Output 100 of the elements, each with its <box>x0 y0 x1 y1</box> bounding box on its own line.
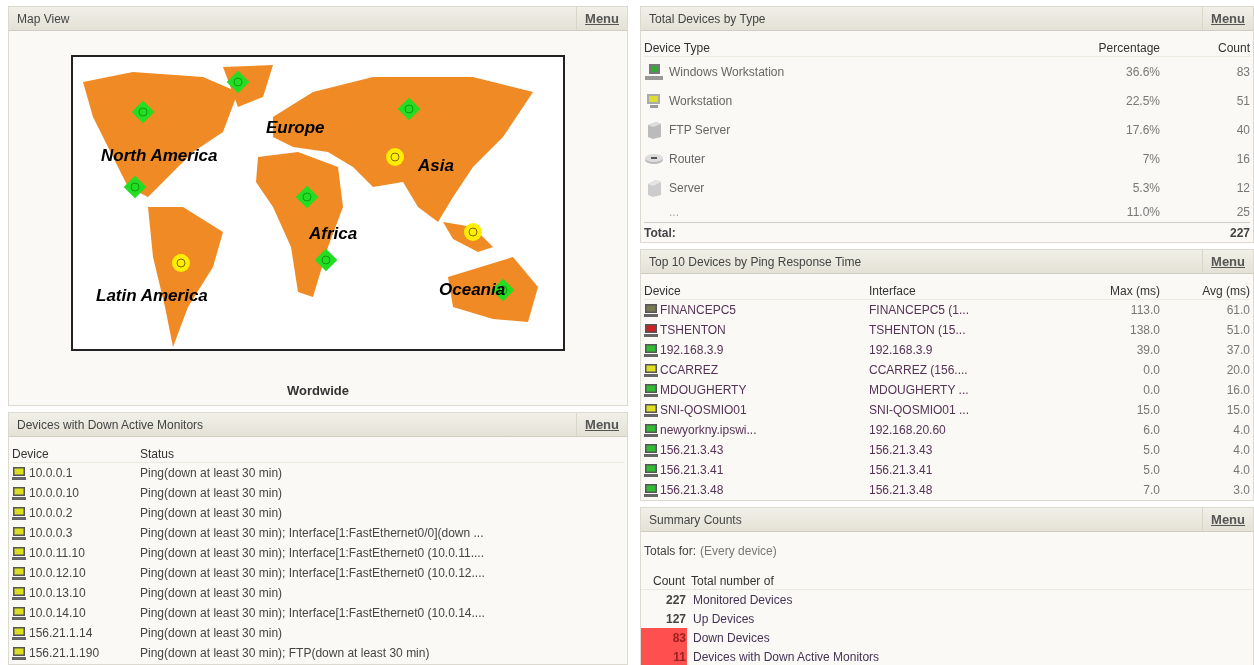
interface-link[interactable]: MDOUGHERTY ... <box>869 381 1070 399</box>
interface-link[interactable]: 156.21.3.48 <box>869 481 1070 499</box>
max-cell-text: 5.0 <box>1142 442 1160 459</box>
device-link[interactable]: 10.0.14.10 <box>29 604 86 622</box>
max-cell-text: 15.0 <box>1135 402 1160 419</box>
device-link[interactable]: SNI-QOSMIO01 <box>660 401 747 419</box>
device-link[interactable]: 10.0.0.1 <box>29 464 73 482</box>
column-header: Count <box>651 572 685 590</box>
max-cell-text: 113.0 <box>1129 302 1160 319</box>
device-link[interactable]: 10.0.11.10 <box>29 544 85 562</box>
column-header: Percentage <box>1097 39 1160 57</box>
status-text: Ping(down at least 30 min) <box>140 465 283 482</box>
computer-icon <box>12 606 26 620</box>
device-link[interactable]: 10.0.0.3 <box>29 524 73 542</box>
avg-cell-text: 4.0 <box>1232 422 1250 439</box>
status-text: Ping(down at least 30 min) <box>140 585 283 602</box>
device-link[interactable]: 156.21.3.41 <box>660 461 724 479</box>
panel-title: Top 10 Devices by Ping Response Time <box>648 253 863 271</box>
percentage-cell-text: 11.0% <box>1125 204 1160 221</box>
count-cell-text: 12 <box>1235 179 1250 197</box>
status-text: Ping(down at least 30 min); FTP(down at least 30 min) <box>140 645 430 662</box>
computer-icon <box>12 466 26 480</box>
interface-link[interactable]: FINANCEPC5 (1... <box>869 301 1070 319</box>
column-header: Status <box>140 445 175 463</box>
column-header: Device <box>644 282 682 300</box>
status-text: Ping(down at least 30 min); Interface[1:FastEthernet0 (10.0.12.... <box>140 565 485 582</box>
computer-icon <box>644 61 664 82</box>
column-header: Avg (ms) <box>1201 282 1250 300</box>
menu-link[interactable]: Menu <box>1202 508 1253 531</box>
count-label-link[interactable]: Down Devices <box>687 628 770 647</box>
device-link[interactable]: 156.21.3.43 <box>660 441 724 459</box>
column-header: Count <box>1216 39 1250 57</box>
avg-cell-text: 4.0 <box>1232 442 1250 459</box>
interface-link[interactable]: 192.168.20.60 <box>869 421 1070 439</box>
avg-cell-text: 51.0 <box>1225 322 1250 339</box>
computer-icon <box>12 626 26 640</box>
computer-icon <box>12 586 26 600</box>
max-cell-text: 39.0 <box>1135 342 1160 359</box>
column-header: Total number of <box>690 572 774 590</box>
status-text: Ping(down at least 30 min) <box>140 485 283 502</box>
device-link[interactable]: newyorkny.ipswi... <box>660 421 757 439</box>
device-link[interactable]: 10.0.12.10 <box>29 564 86 582</box>
count-label-link[interactable]: Up Devices <box>687 609 755 628</box>
computer-icon <box>12 506 26 520</box>
device-type-link[interactable]: Windows Workstation <box>669 62 785 81</box>
computer-icon <box>12 526 26 540</box>
interface-link[interactable]: SNI-QOSMIO01 ... <box>869 401 1070 419</box>
status-text: Ping(down at least 30 min) <box>140 625 283 642</box>
device-link[interactable]: 156.21.3.48 <box>660 481 724 499</box>
device-link[interactable]: 10.0.13.10 <box>29 584 86 602</box>
device-type-link[interactable]: FTP Server <box>669 120 731 139</box>
computer-icon <box>12 486 26 500</box>
avg-cell-text: 4.0 <box>1232 462 1250 479</box>
interface-link[interactable]: TSHENTON (15... <box>869 321 1070 339</box>
max-cell-text: 0.0 <box>1142 362 1160 379</box>
device-link[interactable]: CCARREZ <box>660 361 718 379</box>
percentage-cell-text: 7% <box>1141 150 1160 168</box>
device-link[interactable]: 156.21.1.14 <box>29 624 93 642</box>
panel-title: Summary Counts <box>648 511 743 529</box>
interface-link[interactable]: 156.21.3.43 <box>869 441 1070 459</box>
count-label-link[interactable]: Devices with Down Active Monitors <box>687 647 880 665</box>
percentage-cell-text: 17.6% <box>1124 121 1160 139</box>
device-link[interactable]: TSHENTON <box>660 321 726 339</box>
interface-link[interactable]: 192.168.3.9 <box>869 341 1070 359</box>
device-link[interactable]: FINANCEPC5 <box>660 301 736 319</box>
column-header: Device Type <box>644 39 711 57</box>
totals-scope: (Every device) <box>700 543 777 560</box>
device-link[interactable]: MDOUGHERTY <box>660 381 747 399</box>
count-cell: 83 <box>641 628 687 647</box>
avg-cell-text: 37.0 <box>1225 342 1250 359</box>
column-header: Device <box>12 445 50 463</box>
map-caption: Wordwide <box>287 382 349 400</box>
status-text: Ping(down at least 30 min); Interface[1:FastEthernet0/0](down ... <box>140 525 484 542</box>
count-label-link[interactable]: Monitored Devices <box>687 590 793 609</box>
device-type-link[interactable]: Server <box>669 178 705 197</box>
menu-link[interactable]: Menu <box>1202 250 1253 273</box>
region-label: Asia <box>418 155 454 177</box>
interface-link[interactable]: 156.21.3.41 <box>869 461 1070 479</box>
device-type-link[interactable]: Router <box>669 149 706 168</box>
menu-link[interactable]: Menu <box>1202 7 1253 30</box>
percentage-cell-text: 36.6% <box>1124 63 1160 81</box>
device-link[interactable]: 10.0.0.2 <box>29 504 73 522</box>
total-label: Total: <box>644 224 677 242</box>
interface-link[interactable]: CCARREZ (156.... <box>869 361 1070 379</box>
device-link[interactable]: 192.168.3.9 <box>660 341 724 359</box>
computer-icon <box>12 546 26 560</box>
count-cell-text: 83 <box>1235 63 1250 81</box>
column-header: Max (ms) <box>1109 282 1160 300</box>
menu-link[interactable]: Menu <box>576 7 627 30</box>
column-header: Interface <box>869 282 917 300</box>
count-cell-text: 227 <box>664 591 687 609</box>
totals-label: Totals for: <box>644 543 697 560</box>
device-type-link[interactable]: Workstation <box>669 91 733 110</box>
count-cell-text: 16 <box>1235 150 1250 168</box>
menu-link[interactable]: Menu <box>576 413 627 436</box>
computer-icon <box>12 566 26 580</box>
max-cell-text: 5.0 <box>1142 462 1160 479</box>
avg-cell-text: 61.0 <box>1225 302 1250 319</box>
device-link[interactable]: 10.0.0.10 <box>29 484 80 502</box>
device-link[interactable]: 156.21.1.190 <box>29 644 100 662</box>
